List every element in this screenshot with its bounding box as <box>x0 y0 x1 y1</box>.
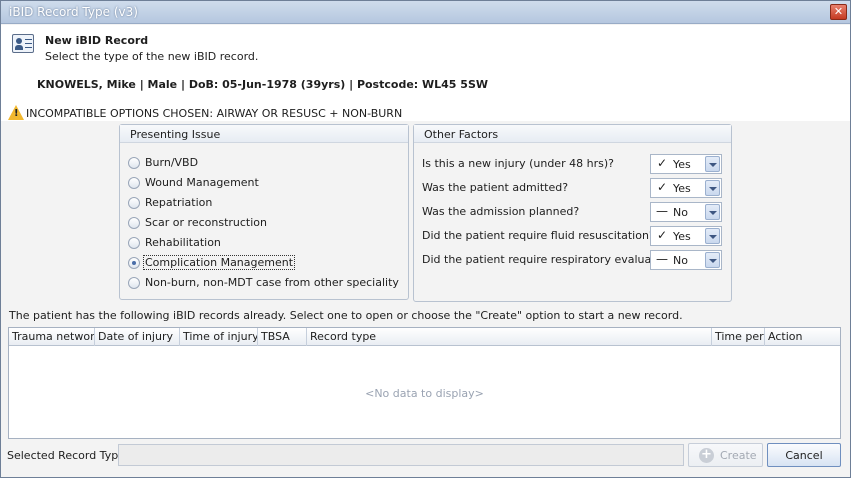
warning-icon: ! <box>8 105 24 120</box>
chevron-down-icon[interactable] <box>705 228 720 244</box>
other-factors-group: Other Factors Is this a new injury (unde… <box>413 124 732 302</box>
existing-records-info: The patient has the following iBID recor… <box>9 309 683 322</box>
presenting-issue-group: Presenting Issue Burn/VBD Wound Manageme… <box>119 124 409 300</box>
column-tbsa[interactable]: TBSA <box>258 328 307 346</box>
dialog-heading: New iBID Record <box>45 34 149 47</box>
radio-label: Rehabilitation <box>145 236 221 249</box>
radio-label: Wound Management <box>145 176 259 189</box>
factor-respiratory-evaluation: Did the patient require respiratory eval… <box>422 250 724 270</box>
column-time-period[interactable]: Time perio <box>712 328 765 346</box>
factor-admission-planned: Was the admission planned? — No <box>422 202 724 222</box>
factor-label: Did the patient require fluid resuscitat… <box>422 229 655 242</box>
selected-record-type-label: Selected Record Type <box>7 449 125 462</box>
column-action[interactable]: Action <box>765 328 840 346</box>
window-title: iBID Record Type (v3) <box>9 5 138 19</box>
record-card-icon <box>12 34 34 53</box>
factor-label: Was the admission planned? <box>422 205 580 218</box>
dash-icon: — <box>656 252 668 266</box>
radio-label: Scar or reconstruction <box>145 216 267 229</box>
select-value: No <box>673 254 688 267</box>
radio-button[interactable] <box>128 277 140 289</box>
respiratory-evaluation-select[interactable]: — No <box>650 250 722 270</box>
radio-button[interactable] <box>128 197 140 209</box>
column-time-of-injury[interactable]: Time of injury <box>180 328 258 346</box>
close-icon: ✕ <box>833 5 844 18</box>
dialog-subheading: Select the type of the new iBID record. <box>45 50 259 63</box>
factor-new-injury: Is this a new injury (under 48 hrs)? ✓ Y… <box>422 154 724 174</box>
admission-planned-select[interactable]: — No <box>650 202 722 222</box>
factor-label: Is this a new injury (under 48 hrs)? <box>422 157 614 170</box>
create-button[interactable]: + Create <box>688 443 763 467</box>
ibid-record-type-dialog: iBID Record Type (v3) ✕ New iBID Record … <box>0 0 851 478</box>
grid-header: Trauma network Date of injury Time of in… <box>9 328 840 346</box>
factor-label: Did the patient require respiratory eval… <box>422 253 679 266</box>
cancel-button[interactable]: Cancel <box>767 443 841 467</box>
chevron-down-icon[interactable] <box>705 204 720 220</box>
create-button-label: Create <box>720 449 757 462</box>
column-record-type[interactable]: Record type <box>307 328 712 346</box>
radio-label: Burn/VBD <box>145 156 199 169</box>
admitted-select[interactable]: ✓ Yes <box>650 178 722 198</box>
select-value: Yes <box>673 230 691 243</box>
cancel-button-label: Cancel <box>785 449 823 462</box>
title-bar: iBID Record Type (v3) ✕ <box>1 1 850 24</box>
select-value: Yes <box>673 182 691 195</box>
new-injury-select[interactable]: ✓ Yes <box>650 154 722 174</box>
column-trauma-network[interactable]: Trauma network <box>9 328 95 346</box>
presenting-issue-title: Presenting Issue <box>120 125 408 143</box>
selected-record-type-field <box>118 444 684 466</box>
patient-summary: KNOWELS, Mike | Male | DoB: 05-Jun-1978 … <box>37 78 488 91</box>
select-value: Yes <box>673 158 691 171</box>
factor-admitted: Was the patient admitted? ✓ Yes <box>422 178 724 198</box>
plus-circle-icon: + <box>699 448 714 463</box>
factor-label: Was the patient admitted? <box>422 181 569 194</box>
chevron-down-icon[interactable] <box>705 180 720 196</box>
radio-button[interactable] <box>128 157 140 169</box>
radio-button-selected[interactable] <box>128 257 140 269</box>
radio-label: Complication Management <box>142 255 296 270</box>
check-icon: ✓ <box>656 180 668 194</box>
radio-button[interactable] <box>128 237 140 249</box>
column-date-of-injury[interactable]: Date of injury <box>95 328 180 346</box>
chevron-down-icon[interactable] <box>705 156 720 172</box>
other-factors-title: Other Factors <box>414 125 731 143</box>
chevron-down-icon[interactable] <box>705 252 720 268</box>
factor-fluid-resuscitation: Did the patient require fluid resuscitat… <box>422 226 724 246</box>
radio-label: Repatriation <box>145 196 213 209</box>
check-icon: ✓ <box>656 228 668 242</box>
close-button[interactable]: ✕ <box>830 4 847 20</box>
check-icon: ✓ <box>656 156 668 170</box>
radio-button[interactable] <box>128 177 140 189</box>
radio-button[interactable] <box>128 217 140 229</box>
no-data-message: <No data to display> <box>365 387 484 400</box>
warning-message: INCOMPATIBLE OPTIONS CHOSEN: AIRWAY OR R… <box>26 107 403 120</box>
dash-icon: — <box>656 204 668 218</box>
select-value: No <box>673 206 688 219</box>
radio-label: Non-burn, non-MDT case from other specia… <box>145 276 399 289</box>
fluid-resuscitation-select[interactable]: ✓ Yes <box>650 226 722 246</box>
records-grid[interactable]: Trauma network Date of injury Time of in… <box>8 327 841 439</box>
